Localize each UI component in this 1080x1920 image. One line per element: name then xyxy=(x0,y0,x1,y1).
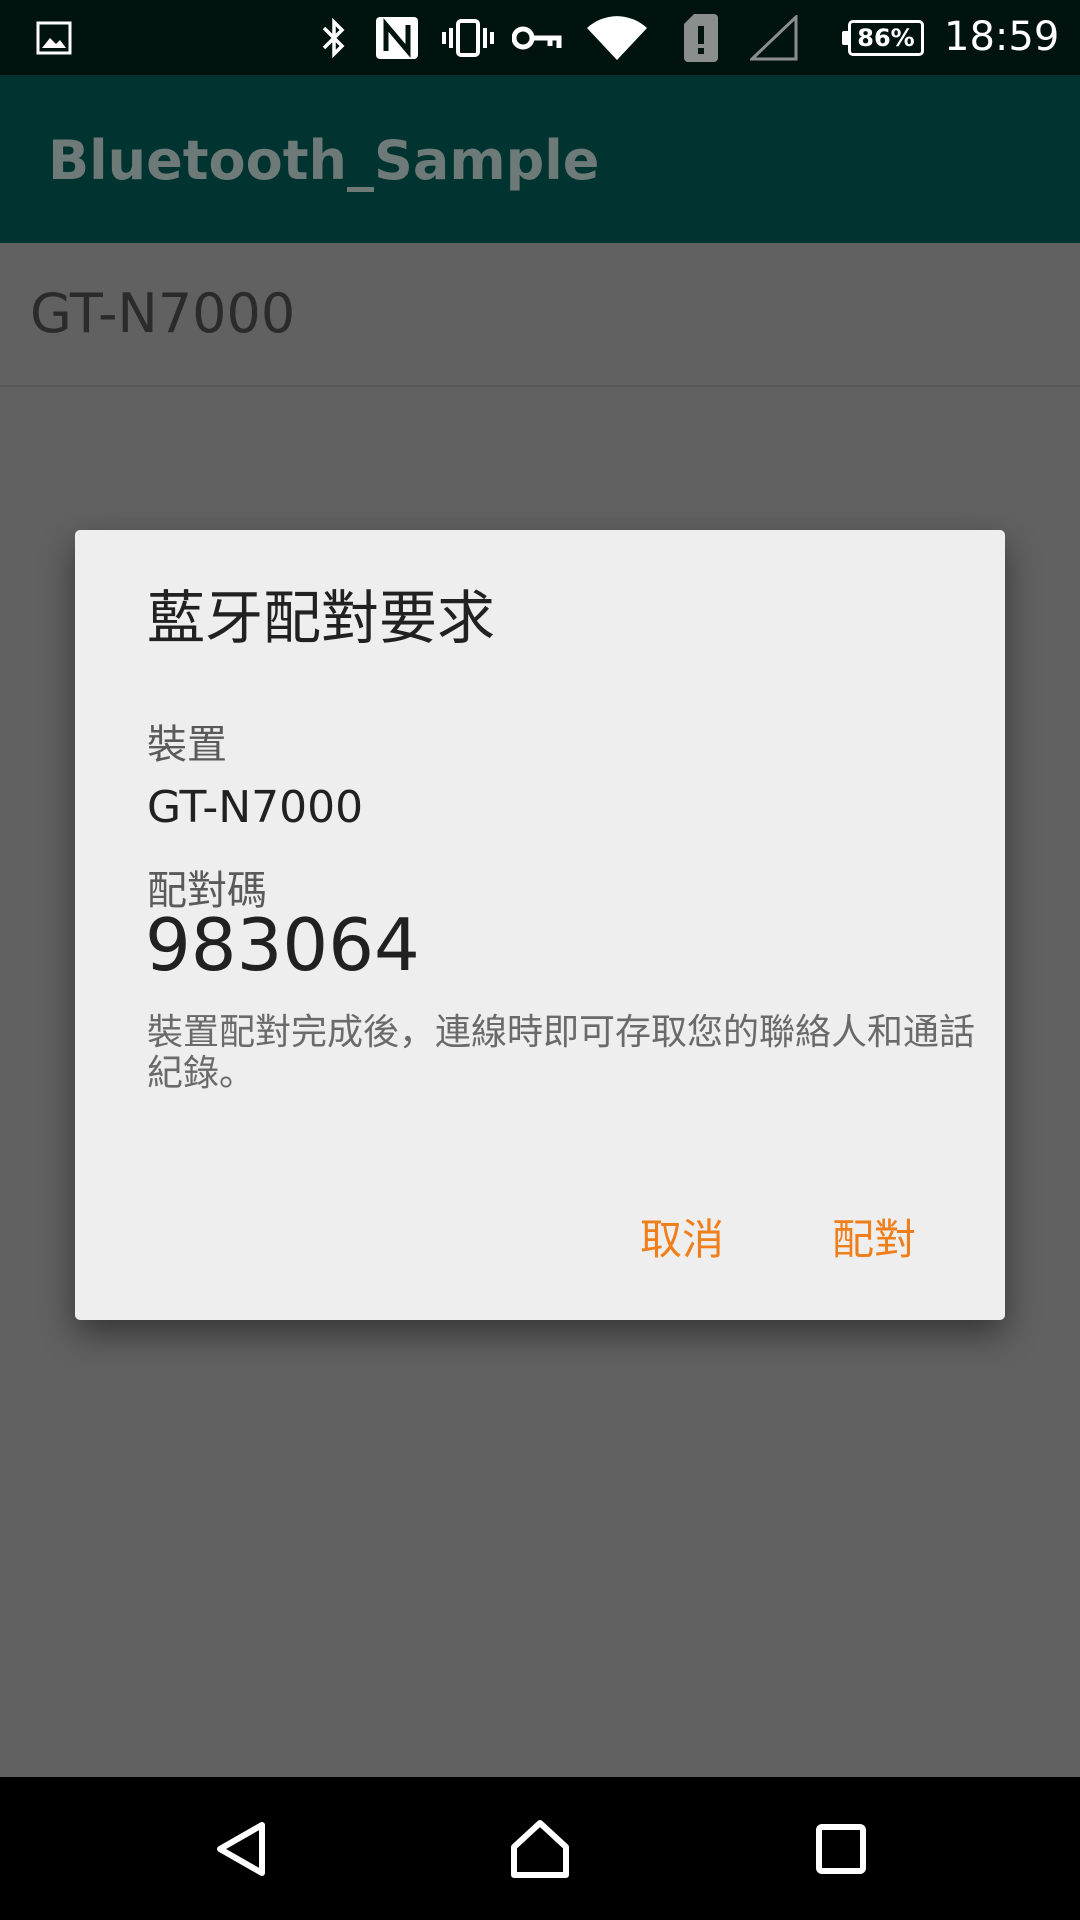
home-icon[interactable] xyxy=(470,1777,610,1920)
dialog-title: 藍牙配對要求 xyxy=(147,584,496,652)
vpn-key-icon xyxy=(512,0,562,75)
bluetooth-icon xyxy=(316,0,352,75)
sim-alert-icon xyxy=(682,0,720,75)
status-clock: 18:59 xyxy=(944,14,1060,60)
signal-icon xyxy=(750,0,798,75)
cancel-button[interactable]: 取消 xyxy=(620,1190,744,1290)
dialog-message: 裝置配對完成後，連線時即可存取您的聯絡人和通話紀錄。 xyxy=(147,1012,976,1094)
device-label: 裝置 xyxy=(147,722,227,768)
wifi-icon xyxy=(586,0,648,75)
status-bar: 86% 18:59 xyxy=(0,0,1080,75)
pairing-code: 983064 xyxy=(145,903,420,987)
device-value: GT-N7000 xyxy=(147,782,364,833)
navigation-bar xyxy=(0,1777,1080,1920)
app-title: Bluetooth_Sample xyxy=(48,129,600,192)
image-icon xyxy=(36,0,72,75)
device-name: GT-N7000 xyxy=(30,282,296,345)
battery-indicator: 86% xyxy=(842,20,924,56)
app-bar: Bluetooth_Sample xyxy=(0,75,1080,243)
vibrate-icon xyxy=(440,0,496,75)
recents-icon[interactable] xyxy=(771,1777,911,1920)
nfc-icon xyxy=(374,0,420,75)
list-item[interactable]: GT-N7000 xyxy=(0,243,1080,387)
pairing-dialog: 藍牙配對要求 裝置 GT-N7000 配對碼 983064 裝置配對完成後，連線… xyxy=(75,530,1005,1320)
back-icon[interactable] xyxy=(172,1777,312,1920)
pair-button[interactable]: 配對 xyxy=(812,1190,936,1290)
